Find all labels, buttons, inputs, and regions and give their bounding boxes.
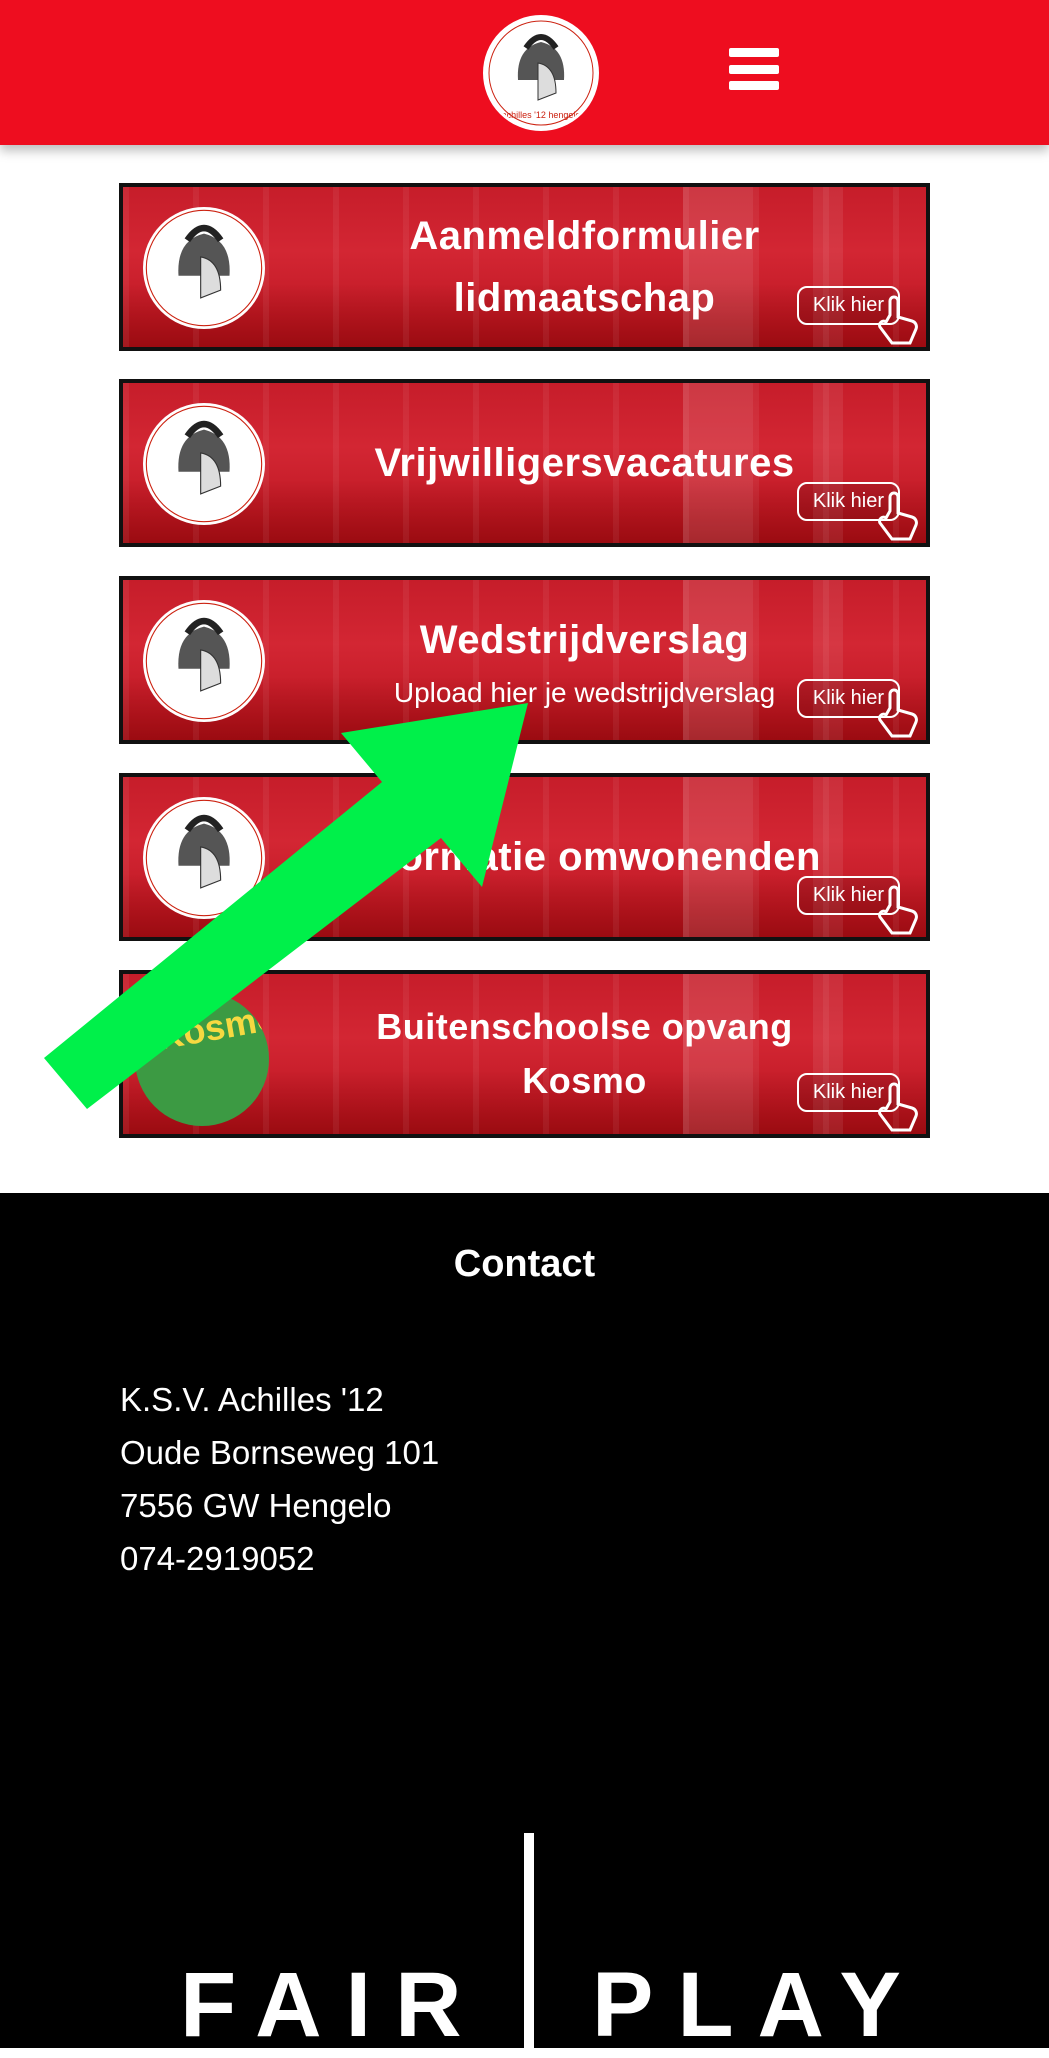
banner-wedstrijdverslag[interactable]: Wedstrijdverslag Upload hier je wedstrij… xyxy=(119,576,930,744)
hamburger-menu-icon[interactable] xyxy=(729,48,779,90)
pointing-hand-icon xyxy=(878,1082,918,1132)
kosmo-logo-icon: Kosmo xyxy=(135,992,269,1126)
banner-title: Informatie omwonenden xyxy=(348,835,821,879)
banner-title-line2: Kosmo xyxy=(522,1060,647,1101)
pointing-hand-icon xyxy=(878,688,918,738)
achilles-helmet-logo-icon[interactable]: achilles '12 hengelo xyxy=(483,15,599,131)
pointing-hand-icon xyxy=(878,491,918,541)
achilles-helmet-logo-icon xyxy=(143,403,265,525)
banner-informatie-omwonenden[interactable]: Informatie omwonenden Klik hier xyxy=(119,773,930,941)
banner-title: Aanmeldformulier xyxy=(409,214,760,258)
address-line: K.S.V. Achilles '12 xyxy=(120,1381,384,1418)
contact-heading: Contact xyxy=(453,1243,596,1285)
svg-text:achilles '12 hengelo: achilles '12 hengelo xyxy=(502,110,581,120)
banner-subtitle: Upload hier je wedstrijdverslag xyxy=(393,677,776,708)
achilles-helmet-logo-icon xyxy=(143,600,265,722)
address-line: 7556 GW Hengelo xyxy=(120,1487,392,1524)
fair-play-divider xyxy=(524,1833,534,2048)
contact-address: K.S.V. Achilles '12 Oude Bornseweg 101 7… xyxy=(120,1373,439,1585)
address-line: Oude Bornseweg 101 xyxy=(120,1434,440,1471)
banner-title: Wedstrijdverslag xyxy=(419,618,750,662)
pointing-hand-icon xyxy=(878,885,918,935)
pointing-hand-icon xyxy=(878,295,918,345)
site-footer: Contact K.S.V. Achilles '12 Oude Bornsew… xyxy=(0,1193,1049,2056)
banner-title: Buitenschoolse opvang xyxy=(376,1006,793,1047)
play-text: PLAY xyxy=(592,1954,925,2056)
fair-text: FAIR xyxy=(180,1954,486,2056)
banner-aanmeldformulier[interactable]: Aanmeldformulier lidmaatschap Klik hier xyxy=(119,183,930,351)
banner-title-line2: lidmaatschap xyxy=(453,276,716,320)
site-header: achilles '12 hengelo xyxy=(0,0,1049,145)
fair-play-logo: FAIR PLAY xyxy=(0,1833,1049,2056)
phone-number[interactable]: 074-2919052 xyxy=(120,1532,439,1585)
achilles-helmet-logo-icon xyxy=(143,797,265,919)
banner-title: Vrijwilligersvacatures xyxy=(374,441,795,485)
achilles-helmet-logo-icon xyxy=(143,207,265,329)
kosmo-logo-text: Kosmo xyxy=(154,995,269,1058)
banner-vrijwilligersvacatures[interactable]: Vrijwilligersvacatures Klik hier xyxy=(119,379,930,547)
banner-buitenschoolse-opvang[interactable]: Kosmo Buitenschoolse opvang Kosmo Klik h… xyxy=(119,970,930,1138)
